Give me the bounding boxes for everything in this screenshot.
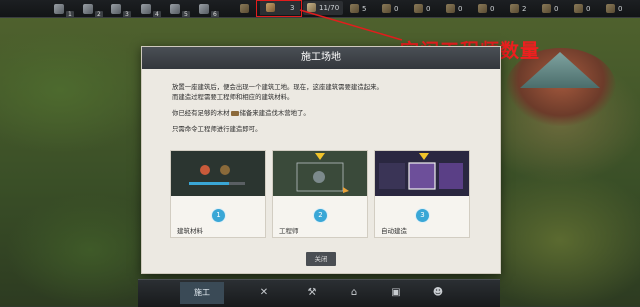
- resource-icon: [478, 4, 487, 13]
- resource-slot-2[interactable]: 0: [382, 2, 398, 15]
- population-value: 11/70: [319, 3, 340, 12]
- paragraph-3-end: 储备来建造伐木营地了。: [239, 109, 310, 117]
- dialog-paragraph-4: 只需命令工程师进行建造即可。: [172, 125, 262, 133]
- tutorial-card-engineer: 2 工程师: [272, 150, 368, 238]
- wood-icon: [230, 110, 239, 116]
- building-slot-3[interactable]: 3: [111, 2, 131, 18]
- resource-value: 0: [490, 4, 495, 13]
- tools-icon[interactable]: ✕: [258, 287, 270, 299]
- close-button[interactable]: 关闭: [306, 252, 336, 266]
- tab-construction[interactable]: 施工: [180, 282, 224, 304]
- resource-icon: [350, 4, 359, 13]
- menu-icon: [240, 4, 249, 13]
- resource-value: 0: [426, 4, 431, 13]
- building-icon: [141, 3, 151, 14]
- resource-slot-9[interactable]: 0: [606, 2, 622, 15]
- engineer-illustration: [273, 151, 367, 196]
- bottom-toolbar: 施工 ✕ ⚒ ⌂ ▣ ☻: [138, 279, 500, 307]
- building-icon: [170, 3, 180, 14]
- resource-value: 0: [554, 4, 559, 13]
- resource-slot-6[interactable]: 2: [510, 2, 526, 15]
- auto-build-image: [375, 151, 469, 196]
- building-slot-4[interactable]: 4: [141, 2, 161, 18]
- step-number-badge: 2: [313, 208, 328, 223]
- resource-value: 0: [458, 4, 463, 13]
- building-slot-1[interactable]: 1: [54, 2, 74, 18]
- people-icon[interactable]: ☻: [432, 287, 444, 299]
- resource-icon: [606, 4, 615, 13]
- resource-icon: [414, 4, 423, 13]
- resource-slot-5[interactable]: 0: [478, 2, 494, 15]
- resource-slot-8[interactable]: 0: [574, 2, 590, 15]
- card-label: 自动建造: [381, 227, 407, 235]
- card-label: 工程师: [279, 227, 299, 235]
- resource-value: 0: [586, 4, 591, 13]
- hammer-icon[interactable]: ⚒: [306, 287, 318, 299]
- dialog-paragraph-2: 而建造过程需要工程师和相应的建筑材料。: [172, 93, 294, 101]
- construction-site-dialog: 施工场地 放置一座建筑后，便会出现一个建筑工地。现在，这座建筑需要建造起来。 而…: [141, 46, 501, 274]
- dialog-body: 放置一座建筑后，便会出现一个建筑工地。现在，这座建筑需要建造起来。 而建造过程需…: [172, 82, 472, 134]
- dialog-paragraph-1: 放置一座建筑后，便会出现一个建筑工地。现在，这座建筑需要建造起来。: [172, 83, 383, 91]
- paragraph-3-start: 你已经有足够的木材: [172, 109, 230, 117]
- population-icon: [307, 3, 316, 12]
- resource-icon: [542, 4, 551, 13]
- building-count: 2: [95, 11, 103, 18]
- resource-icon: [382, 4, 391, 13]
- resource-value: 0: [394, 4, 399, 13]
- step-number-badge: 1: [211, 208, 226, 223]
- building-count: 4: [153, 11, 161, 18]
- resource-slot-1[interactable]: 5: [350, 2, 366, 15]
- population-slot: 11/70: [307, 1, 339, 14]
- resource-icon: [574, 4, 583, 13]
- resource-value: 5: [362, 4, 367, 13]
- highlight-box: [256, 0, 302, 17]
- tutorial-card-auto-build: 3 自动建造: [374, 150, 470, 238]
- building-slot-5[interactable]: 5: [170, 2, 190, 18]
- resource-slot-4[interactable]: 0: [446, 2, 462, 15]
- building-icon: [111, 3, 121, 14]
- building-slot-2[interactable]: 2: [83, 2, 103, 18]
- house-icon[interactable]: ⌂: [348, 287, 360, 299]
- building-icon[interactable]: ▣: [390, 287, 402, 299]
- building-icon: [54, 3, 64, 14]
- card-label: 建筑材料: [177, 227, 203, 235]
- resource-icon: [510, 4, 519, 13]
- resource-slot-3[interactable]: 0: [414, 2, 430, 15]
- dialog-title: 施工场地: [142, 47, 500, 69]
- resource-value: 2: [522, 4, 527, 13]
- building-count: 3: [123, 11, 131, 18]
- menu-slot[interactable]: [240, 2, 252, 15]
- building-count: 1: [66, 11, 74, 18]
- materials-illustration: [171, 151, 265, 196]
- step-number-badge: 3: [415, 208, 430, 223]
- resource-slot-7[interactable]: 0: [542, 2, 558, 15]
- building-count: 6: [211, 11, 219, 18]
- tutorial-card-materials: 1 建筑材料: [170, 150, 266, 238]
- building-icon: [199, 3, 209, 14]
- resource-value: 0: [618, 4, 623, 13]
- population-counter[interactable]: 11/70: [303, 1, 343, 15]
- resource-icon: [446, 4, 455, 13]
- dialog-paragraph-3: 你已经有足够的木材 储备来建造伐木营地了。: [172, 108, 472, 118]
- materials-image: [171, 151, 265, 196]
- top-resource-bar: 1 2 3 4 5 6 3 11/70 5 0 0 0 0 2 0 0 0: [0, 0, 640, 18]
- engineer-image: [273, 151, 367, 196]
- building-icon: [83, 3, 93, 14]
- building-count: 5: [182, 11, 190, 18]
- auto-build-illustration: [375, 151, 469, 196]
- building-slot-6[interactable]: 6: [199, 2, 219, 18]
